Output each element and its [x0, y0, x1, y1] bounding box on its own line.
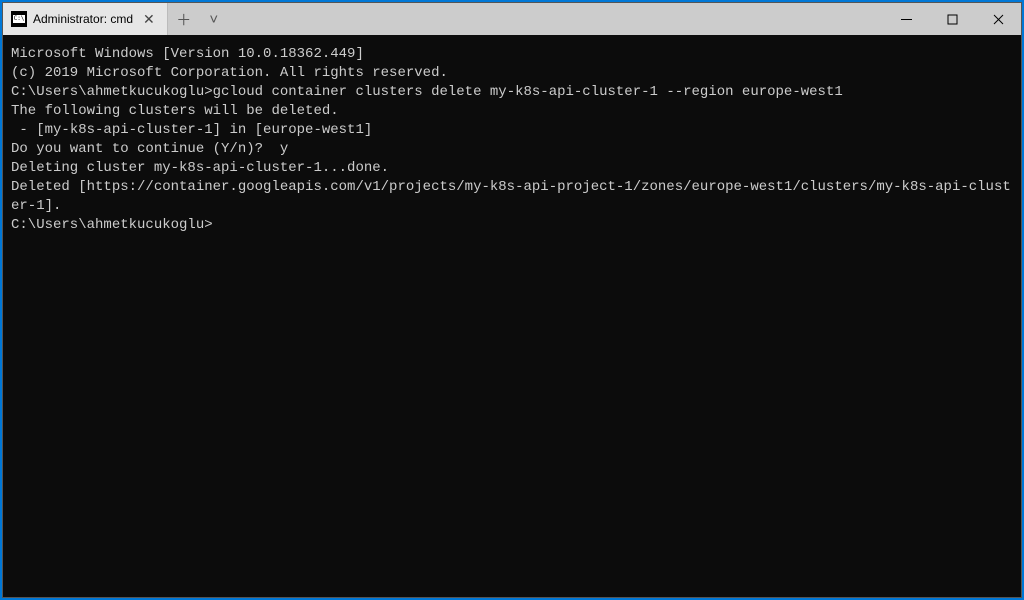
- tab-title: Administrator: cmd: [33, 12, 133, 26]
- titlebar: C:\ Administrator: cmd ✕ ＋ ˅: [3, 3, 1021, 35]
- titlebar-spacer[interactable]: [230, 3, 883, 35]
- prompt: C:\Users\ahmetkucukoglu>: [11, 217, 213, 233]
- terminal-line: Microsoft Windows [Version 10.0.18362.44…: [11, 45, 1013, 64]
- cmd-icon: C:\: [11, 11, 27, 27]
- minimize-button[interactable]: [883, 3, 929, 35]
- terminal-window: C:\ Administrator: cmd ✕ ＋ ˅ Microsoft W…: [2, 2, 1022, 598]
- terminal-line: - [my-k8s-api-cluster-1] in [europe-west…: [11, 121, 1013, 140]
- terminal-line: C:\Users\ahmetkucukoglu>: [11, 216, 1013, 235]
- cmd-icon-text: C:\: [13, 15, 25, 23]
- active-tab[interactable]: C:\ Administrator: cmd ✕: [3, 3, 168, 35]
- terminal-line: Deleted [https://container.googleapis.co…: [11, 178, 1013, 216]
- new-tab-button[interactable]: ＋: [174, 9, 194, 30]
- terminal-line: C:\Users\ahmetkucukoglu>gcloud container…: [11, 83, 1013, 102]
- tab-actions: ＋ ˅: [168, 3, 230, 35]
- terminal-line: The following clusters will be deleted.: [11, 102, 1013, 121]
- terminal-line: Deleting cluster my-k8s-api-cluster-1...…: [11, 159, 1013, 178]
- window-controls: [883, 3, 1021, 35]
- prompt: C:\Users\ahmetkucukoglu>: [11, 84, 213, 100]
- terminal-line: Do you want to continue (Y/n)? y: [11, 140, 1013, 159]
- command: gcloud container clusters delete my-k8s-…: [213, 84, 843, 100]
- terminal-line: (c) 2019 Microsoft Corporation. All righ…: [11, 64, 1013, 83]
- close-button[interactable]: [975, 3, 1021, 35]
- tab-dropdown-button[interactable]: ˅: [204, 11, 224, 28]
- maximize-button[interactable]: [929, 3, 975, 35]
- tab-close-button[interactable]: ✕: [139, 11, 159, 28]
- terminal-body[interactable]: Microsoft Windows [Version 10.0.18362.44…: [3, 35, 1021, 597]
